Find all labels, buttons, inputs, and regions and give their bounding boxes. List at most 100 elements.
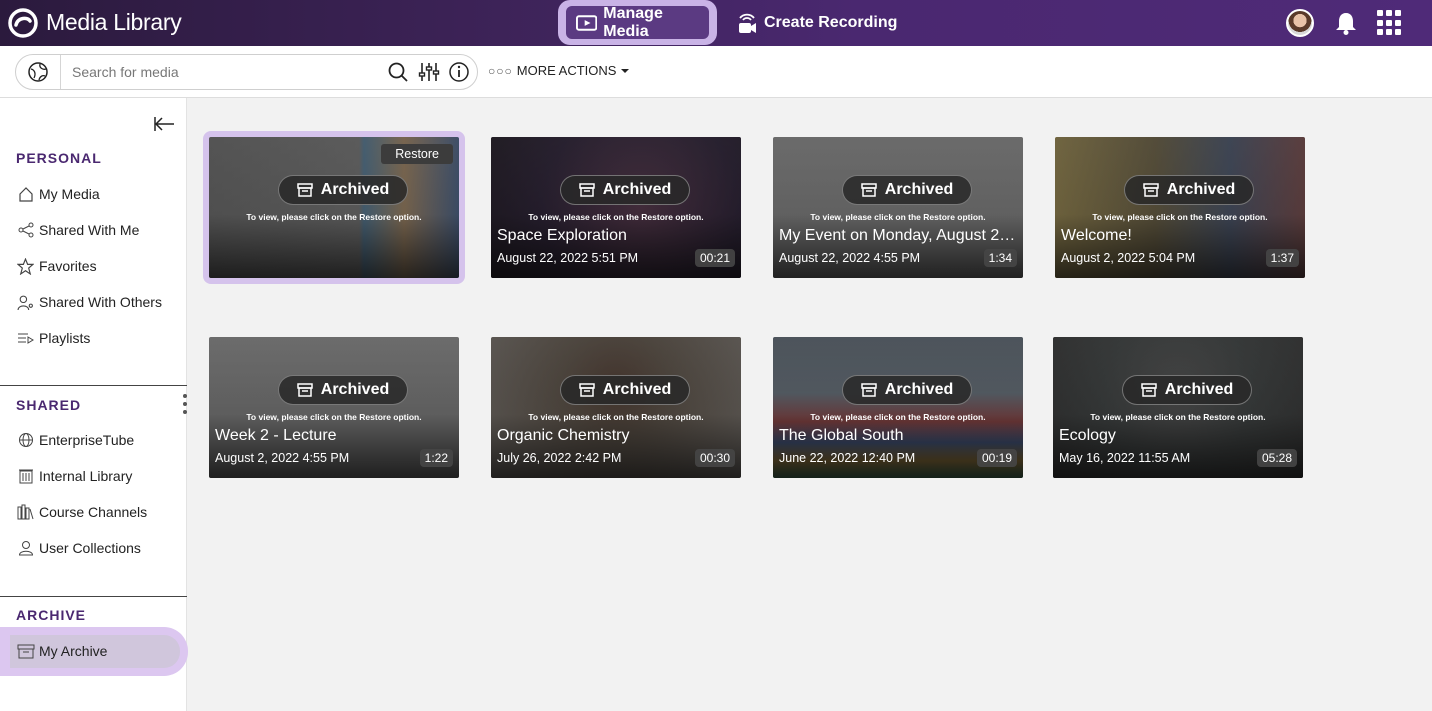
sidebar-item-playlists[interactable]: Playlists xyxy=(16,327,90,349)
archived-label: Archived xyxy=(320,381,390,398)
sidebar-item-internal-library[interactable]: Internal Library xyxy=(16,465,132,487)
app-title[interactable]: Media Library xyxy=(46,9,182,36)
media-duration: 1:34 xyxy=(983,249,1017,267)
media-date: June 22, 2022 12:40 PM xyxy=(779,451,916,465)
media-title[interactable]: Space Exploration xyxy=(497,227,735,245)
user-icon xyxy=(16,539,35,558)
sidebar-item-shared-with-others[interactable]: Shared With Others xyxy=(16,291,162,313)
restore-button[interactable]: Restore xyxy=(381,144,453,164)
sidebar-item-my-archive[interactable]: My Archive xyxy=(16,640,107,662)
media-card[interactable]: Restore Archived To view, please click o… xyxy=(209,137,459,278)
media-duration: 00:21 xyxy=(694,249,735,267)
search-toolbar: ○○○ MORE ACTIONS xyxy=(0,46,1432,98)
archived-badge: Archived xyxy=(842,175,972,205)
video-icon xyxy=(576,14,598,31)
archive-icon xyxy=(16,642,35,661)
archive-icon xyxy=(861,383,877,397)
restore-hint: To view, please click on the Restore opt… xyxy=(1090,412,1266,422)
media-date: May 16, 2022 11:55 AM xyxy=(1059,451,1191,465)
collapse-sidebar-icon[interactable] xyxy=(154,115,176,133)
media-duration: 00:19 xyxy=(976,449,1017,467)
share-icon xyxy=(16,221,35,240)
search-box xyxy=(15,54,478,90)
sidebar-item-label: User Collections xyxy=(39,540,141,556)
globe-icon xyxy=(16,431,35,450)
playlist-icon xyxy=(16,329,35,348)
archived-badge: Archived xyxy=(278,175,408,205)
filter-sliders-icon[interactable] xyxy=(418,61,440,83)
apps-grid-icon[interactable] xyxy=(1377,10,1403,36)
media-title[interactable]: Organic Chemistry xyxy=(497,427,735,445)
caret-down-icon xyxy=(621,68,630,73)
sidebar-item-label: Playlists xyxy=(39,330,91,346)
media-title[interactable]: Welcome! xyxy=(1061,227,1299,245)
media-duration: 00:30 xyxy=(694,449,735,467)
sidebar-item-label: EnterpriseTube xyxy=(39,432,135,448)
sidebar: PERSONAL My Media Shared With Me Favorit… xyxy=(0,98,188,711)
archived-badge: Archived xyxy=(1124,175,1254,205)
archive-icon xyxy=(579,383,595,397)
media-card[interactable]: Archived To view, please click on the Re… xyxy=(1053,337,1303,478)
archive-icon xyxy=(579,183,595,197)
media-date: July 26, 2022 2:42 PM xyxy=(497,451,622,465)
sidebar-item-shared-with-me[interactable]: Shared With Me xyxy=(16,219,139,241)
ellipsis-icon: ○○○ xyxy=(488,63,513,78)
restore-hint: To view, please click on the Restore opt… xyxy=(528,212,704,222)
sidebar-resize-handle[interactable] xyxy=(183,394,187,414)
archive-icon xyxy=(297,183,313,197)
notification-bell-icon[interactable] xyxy=(1333,10,1359,36)
recording-icon xyxy=(739,13,756,33)
media-card[interactable]: Archived To view, please click on the Re… xyxy=(773,337,1023,478)
archived-label: Archived xyxy=(320,181,390,198)
archived-label: Archived xyxy=(1166,181,1236,198)
user-avatar[interactable] xyxy=(1286,9,1314,37)
media-title[interactable]: Ecology xyxy=(1059,427,1297,445)
sidebar-item-favorites[interactable]: Favorites xyxy=(16,255,97,277)
archived-label: Archived xyxy=(602,181,672,198)
restore-hint: To view, please click on the Restore opt… xyxy=(246,412,422,422)
archive-icon xyxy=(297,383,313,397)
media-duration: 05:28 xyxy=(1256,449,1297,467)
search-scope-button[interactable] xyxy=(16,55,61,89)
search-input[interactable] xyxy=(72,62,372,82)
sidebar-item-user-collections[interactable]: User Collections xyxy=(16,537,141,559)
more-actions-button[interactable]: ○○○ MORE ACTIONS xyxy=(488,63,630,78)
books-icon xyxy=(16,503,35,522)
sidebar-item-course-channels[interactable]: Course Channels xyxy=(16,501,147,523)
media-card[interactable]: Archived To view, please click on the Re… xyxy=(491,137,741,278)
media-card[interactable]: Archived To view, please click on the Re… xyxy=(209,337,459,478)
media-title[interactable]: My Event on Monday, August 22, 2022 xyxy=(779,227,1017,245)
manage-media-button[interactable]: Manage Media xyxy=(558,0,717,45)
media-title[interactable]: Week 2 - Lecture xyxy=(215,427,453,445)
archived-label: Archived xyxy=(602,381,672,398)
sidebar-divider xyxy=(0,385,187,386)
media-title[interactable]: The Global South xyxy=(779,427,1017,445)
sidebar-item-my-media[interactable]: My Media xyxy=(16,183,100,205)
sidebar-divider xyxy=(0,596,187,597)
sidebar-item-label: Favorites xyxy=(39,258,97,274)
kaltura-logo-icon[interactable] xyxy=(6,7,40,39)
section-title-shared: SHARED xyxy=(16,397,82,413)
restore-hint: To view, please click on the Restore opt… xyxy=(528,412,704,422)
sidebar-item-label: Shared With Me xyxy=(39,222,140,238)
section-title-personal: PERSONAL xyxy=(16,150,102,166)
media-card[interactable]: Archived To view, please click on the Re… xyxy=(773,137,1023,278)
sidebar-item-enterprisetube[interactable]: EnterpriseTube xyxy=(16,429,134,451)
sidebar-item-label: Course Channels xyxy=(39,504,148,520)
media-duration: 1:22 xyxy=(419,449,453,467)
media-card[interactable]: Archived To view, please click on the Re… xyxy=(1055,137,1305,278)
restore-hint: To view, please click on the Restore opt… xyxy=(810,412,986,422)
search-icon[interactable] xyxy=(387,61,409,83)
create-recording-label: Create Recording xyxy=(764,14,898,31)
star-icon xyxy=(16,257,35,276)
sidebar-item-label: Shared With Others xyxy=(39,294,162,310)
info-icon[interactable] xyxy=(448,61,470,83)
archive-icon xyxy=(1141,383,1157,397)
archived-badge: Archived xyxy=(1122,375,1252,405)
top-navigation-bar: Media Library Manage Media Create Record… xyxy=(0,0,1432,46)
media-card[interactable]: Archived To view, please click on the Re… xyxy=(491,337,741,478)
create-recording-button[interactable]: Create Recording xyxy=(736,8,897,38)
building-icon xyxy=(16,467,35,486)
user-share-icon xyxy=(16,293,35,312)
archived-label: Archived xyxy=(884,181,954,198)
